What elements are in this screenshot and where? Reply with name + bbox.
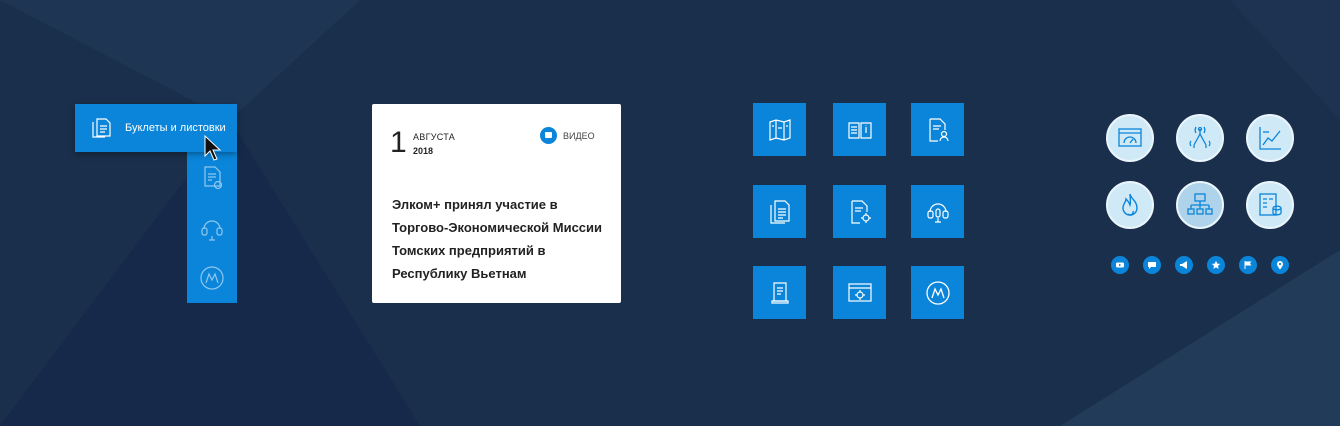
small-megaphone[interactable] (1175, 256, 1193, 274)
tile-headset[interactable] (911, 185, 964, 238)
logo-m-icon[interactable] (198, 264, 226, 292)
flag-icon (1244, 261, 1252, 269)
document-user-icon (928, 117, 949, 142)
small-youtube[interactable] (1111, 256, 1129, 274)
browser-gear-icon (847, 282, 872, 302)
round-form-database[interactable] (1246, 181, 1294, 229)
round-hierarchy[interactable] (1176, 181, 1224, 229)
hierarchy-icon (1187, 193, 1213, 215)
tile-logo-m[interactable] (911, 266, 964, 319)
tile-scroll[interactable] (753, 266, 806, 319)
chart-icon (1259, 127, 1281, 150)
antenna-network-icon (1189, 126, 1211, 148)
round-dashboard[interactable] (1106, 114, 1154, 162)
youtube-icon (1116, 262, 1124, 268)
news-card[interactable]: 1 АВГУСТА 2018 ВИДЕО Элком+ принял участ… (372, 104, 621, 303)
small-flag[interactable] (1239, 256, 1257, 274)
book-info-icon (847, 121, 872, 139)
news-month: АВГУСТА (413, 132, 456, 142)
news-year: 2018 (413, 146, 434, 156)
tile-map[interactable] (753, 103, 806, 156)
documents-icon (89, 116, 113, 140)
round-chart[interactable] (1246, 114, 1294, 162)
small-chat[interactable] (1143, 256, 1161, 274)
mouse-cursor-icon (204, 134, 222, 161)
small-star[interactable] (1207, 256, 1225, 274)
menu-column (187, 152, 237, 303)
map-pin-icon (1277, 261, 1283, 270)
round-flame[interactable] (1106, 181, 1154, 229)
tile-documents[interactable] (753, 185, 806, 238)
round-antenna-network[interactable] (1176, 114, 1224, 162)
news-title[interactable]: Элком+ принял участие в Торгово-Экономич… (392, 193, 612, 285)
logo-m-icon (925, 280, 950, 305)
dashboard-icon (1118, 128, 1142, 147)
document-gear-icon (850, 199, 871, 224)
map-icon (768, 118, 791, 141)
chat-icon (1148, 262, 1156, 269)
form-database-icon (1259, 193, 1282, 216)
documents-icon (769, 199, 790, 224)
headset-icon[interactable] (198, 214, 226, 242)
tile-document-gear[interactable] (833, 185, 886, 238)
video-label: ВИДЕО (563, 130, 595, 141)
scroll-icon (770, 281, 789, 304)
tile-book-info[interactable] (833, 103, 886, 156)
play-icon (540, 127, 557, 144)
megaphone-icon (1180, 261, 1187, 269)
star-icon (1211, 260, 1221, 269)
tile-document-user[interactable] (911, 103, 964, 156)
flame-icon (1122, 193, 1138, 216)
menu-popup-label: Буклеты и листовки (125, 122, 226, 134)
headset-icon (926, 202, 949, 223)
video-badge[interactable]: ВИДЕО (540, 127, 595, 144)
tile-browser-gear[interactable] (833, 266, 886, 319)
document-gear-icon[interactable] (198, 164, 226, 192)
news-day: 1 (390, 126, 407, 159)
small-map-pin[interactable] (1271, 256, 1289, 274)
